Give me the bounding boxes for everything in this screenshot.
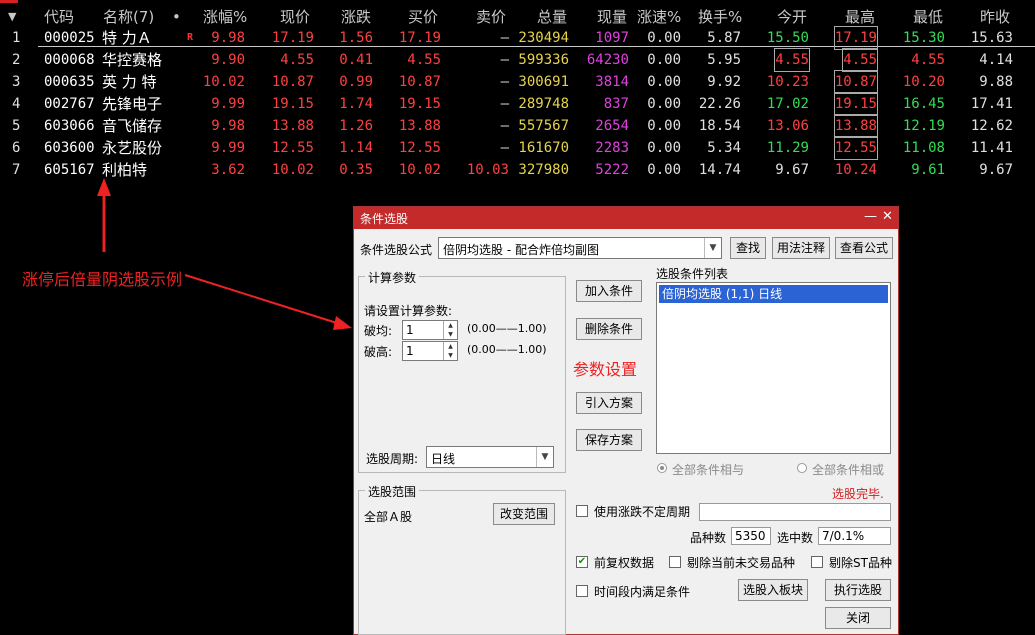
dialog-title: 条件选股 [360, 212, 409, 226]
period-select[interactable]: 日线 ▼ [426, 446, 554, 468]
chevron-down-icon[interactable]: ▼ [536, 447, 553, 467]
list-item[interactable]: 倍阴均选股 (1,1) 日线 [659, 285, 888, 303]
minimize-icon[interactable]: — [864, 209, 877, 224]
calc-prompt: 请设置计算参数: [364, 304, 453, 318]
use-period-checkbox[interactable] [576, 505, 588, 517]
spin-arrows-icon[interactable]: ▲ ▼ [443, 342, 457, 360]
find-button[interactable]: 查找 [730, 237, 766, 259]
use-period-label: 使用涨跌不定周期 [594, 505, 691, 519]
selected-value: 7/0.1% [818, 527, 891, 545]
selected-label: 选中数 [777, 531, 814, 545]
range-group: 选股范围 全部Ａ股 改变范围 [358, 483, 566, 635]
formula-label: 条件选股公式 [360, 243, 433, 257]
fq-checkbox[interactable]: ✔ [576, 556, 588, 568]
change-range-button[interactable]: 改变范围 [493, 503, 555, 525]
radio-or-label: 全部条件相或 [812, 463, 885, 477]
condition-list[interactable]: 倍阴均选股 (1,1) 日线 [656, 282, 891, 454]
calc-group-title: 计算参数 [365, 269, 420, 286]
spin-arrows-icon[interactable]: ▲ ▼ [443, 321, 457, 339]
param2-range: (0.00——1.00) [467, 343, 547, 356]
untraded-checkbox[interactable] [669, 556, 681, 568]
import-scheme-button[interactable]: 引入方案 [576, 392, 642, 414]
time-label: 时间段内满足条件 [594, 585, 691, 599]
count-label: 品种数 [690, 531, 727, 545]
period-value: 日线 [431, 452, 456, 466]
annotation-param: 参数设置 [573, 360, 638, 379]
param1-stepper[interactable]: 1 ▲ ▼ [402, 320, 458, 340]
condition-dialog: 条件选股 — ✕ 条件选股公式 倍阴均选股 - 配合炸倍均副图 ▼ 查找 用法注… [353, 206, 899, 635]
period-input[interactable] [699, 503, 891, 521]
usage-button[interactable]: 用法注释 [772, 237, 830, 259]
param1-value: 1 [406, 323, 414, 337]
period-label: 选股周期: [366, 452, 419, 466]
arrow-up-head [97, 178, 111, 196]
untraded-label: 剔除当前未交易品种 [687, 556, 796, 570]
count-value: 5350 [731, 527, 771, 545]
fq-label: 前复权数据 [594, 556, 655, 570]
radio-and[interactable] [657, 463, 667, 473]
save-scheme-button[interactable]: 保存方案 [576, 429, 642, 451]
param2-value: 1 [406, 344, 414, 358]
condition-list-label: 选股条件列表 [656, 267, 729, 281]
param1-range: (0.00——1.00) [467, 322, 547, 335]
dialog-titlebar: 条件选股 — ✕ [354, 207, 898, 229]
close-icon[interactable]: ✕ [882, 209, 893, 224]
chevron-down-icon[interactable]: ▼ [704, 238, 721, 258]
view-formula-button[interactable]: 查看公式 [835, 237, 893, 259]
status-text: 选股完毕. [832, 487, 884, 501]
add-condition-button[interactable]: 加入条件 [576, 280, 642, 302]
param2-label: 破高: [364, 345, 393, 359]
close-button[interactable]: 关闭 [825, 607, 891, 629]
param1-label: 破均: [364, 324, 393, 338]
annotation-example: 涨停后倍量阴选股示例 [22, 270, 183, 289]
param2-stepper[interactable]: 1 ▲ ▼ [402, 341, 458, 361]
execute-button[interactable]: 执行选股 [825, 579, 891, 601]
radio-or[interactable] [797, 463, 807, 473]
st-checkbox[interactable] [811, 556, 823, 568]
st-label: 剔除ST品种 [829, 556, 892, 570]
to-block-button[interactable]: 选股入板块 [738, 579, 808, 601]
formula-select[interactable]: 倍阴均选股 - 配合炸倍均副图 ▼ [438, 237, 722, 259]
range-group-title: 选股范围 [365, 483, 420, 500]
range-value: 全部Ａ股 [364, 510, 413, 524]
radio-and-label: 全部条件相与 [672, 463, 745, 477]
calc-params-group: 计算参数 请设置计算参数: 破均: 1 ▲ ▼ (0.00——1.00) 破高: … [358, 269, 566, 473]
time-checkbox[interactable] [576, 585, 588, 597]
formula-value: 倍阴均选股 - 配合炸倍均副图 [443, 243, 599, 257]
delete-condition-button[interactable]: 删除条件 [576, 318, 642, 340]
